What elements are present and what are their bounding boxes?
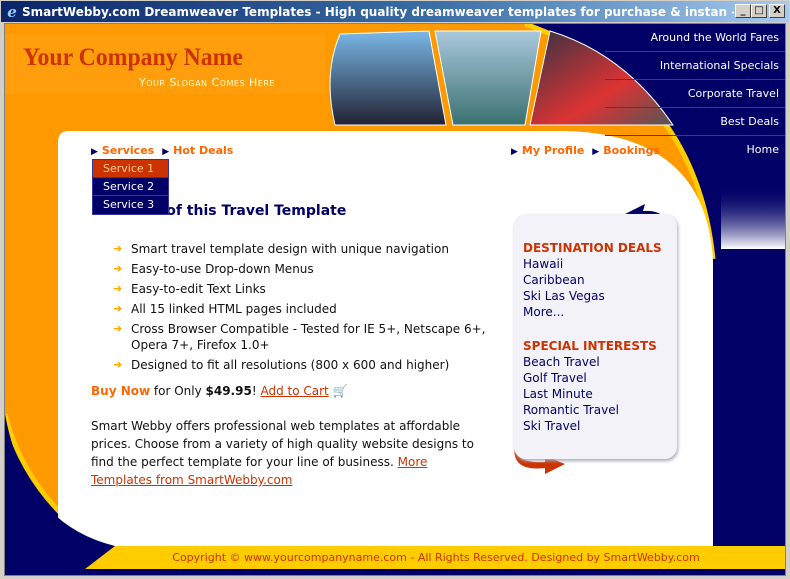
interest-golf[interactable]: Golf Travel <box>523 370 677 386</box>
minimize-button[interactable]: _ <box>735 4 751 18</box>
triangle-icon: ▶ <box>91 147 98 157</box>
dropdown-service-2[interactable]: Service 2 <box>93 178 168 196</box>
menu-bookings[interactable]: ▶ Bookings <box>592 144 660 157</box>
window-title: SmartWebby.com Dreamweaver Templates - H… <box>22 4 734 19</box>
menu-services[interactable]: ▶ Services <box>91 144 154 157</box>
nav-international[interactable]: International Specials <box>605 52 785 80</box>
feature-item: Cross Browser Compatible - Tested for IE… <box>113 321 493 353</box>
close-button[interactable]: X <box>769 4 785 18</box>
photo-cruise-ship <box>434 30 542 126</box>
triangle-icon: ▶ <box>511 147 518 157</box>
dropdown-service-1[interactable]: Service 1 <box>93 160 168 178</box>
special-interests-heading: SPECIAL INTERESTS <box>523 339 657 353</box>
sidebar-box: DESTINATION DEALS Hawaii Caribbean Ski L… <box>514 214 677 459</box>
intro-paragraph: Smart Webby offers professional web temp… <box>91 419 474 487</box>
window-titlebar: e SmartWebby.com Dreamweaver Templates -… <box>0 0 790 23</box>
price: $49.95 <box>205 384 252 398</box>
nav-corporate[interactable]: Corporate Travel <box>605 80 785 108</box>
company-name-logo: Your Company Name <box>23 44 243 71</box>
feature-item: Smart travel template design with unique… <box>113 241 493 257</box>
feature-item: Easy-to-use Drop-down Menus <box>113 261 493 277</box>
triangle-icon: ▶ <box>162 147 170 157</box>
deal-caribbean[interactable]: Caribbean <box>523 272 677 288</box>
deal-more[interactable]: More... <box>523 304 677 320</box>
menu-my-profile[interactable]: ▶ My Profile <box>511 144 584 157</box>
triangle-icon: ▶ <box>592 147 600 157</box>
nav-around-world[interactable]: Around the World Fares <box>605 24 785 52</box>
services-dropdown: Service 1 Service 2 Service 3 <box>92 159 169 215</box>
footer-copyright: Copyright © www.yourcompanyname.com - Al… <box>172 551 700 564</box>
feature-item: Easy-to-edit Text Links <box>113 281 493 297</box>
top-menu-left: ▶ Services ▶ Hot Deals <box>91 144 233 157</box>
destination-deals-heading: DESTINATION DEALS <box>523 241 662 255</box>
buy-line: Buy Now for Only $49.95! Add to Cart 🛒 <box>91 384 348 398</box>
photo-businessman <box>329 30 447 126</box>
feature-item: Designed to fit all resolutions (800 x 6… <box>113 357 493 373</box>
interest-last-minute[interactable]: Last Minute <box>523 386 677 402</box>
feature-list: Smart travel template design with unique… <box>113 241 493 377</box>
interest-beach[interactable]: Beach Travel <box>523 354 677 370</box>
slogan: Your Slogan Comes Here <box>139 76 275 89</box>
top-menu-right: ▶ My Profile ▶ Bookings <box>511 144 660 157</box>
feature-item: All 15 linked HTML pages included <box>113 301 493 317</box>
page-viewport: Your Company Name Your Slogan Comes Here… <box>4 23 786 576</box>
menu-hot-deals[interactable]: ▶ Hot Deals <box>162 144 233 157</box>
dropdown-service-3[interactable]: Service 3 <box>93 196 168 214</box>
cart-icon[interactable]: 🛒 <box>333 384 348 398</box>
ie-icon: e <box>7 2 17 21</box>
interest-romantic[interactable]: Romantic Travel <box>523 402 677 418</box>
maximize-button[interactable]: □ <box>751 4 767 18</box>
add-to-cart-link[interactable]: Add to Cart <box>260 384 328 398</box>
nav-best-deals[interactable]: Best Deals <box>605 108 785 136</box>
buy-now: Buy Now <box>91 384 151 398</box>
right-nav: Around the World Fares International Spe… <box>605 24 785 164</box>
interest-ski[interactable]: Ski Travel <box>523 418 677 434</box>
deal-ski-las-vegas[interactable]: Ski Las Vegas <box>523 288 677 304</box>
deal-hawaii[interactable]: Hawaii <box>523 256 677 272</box>
